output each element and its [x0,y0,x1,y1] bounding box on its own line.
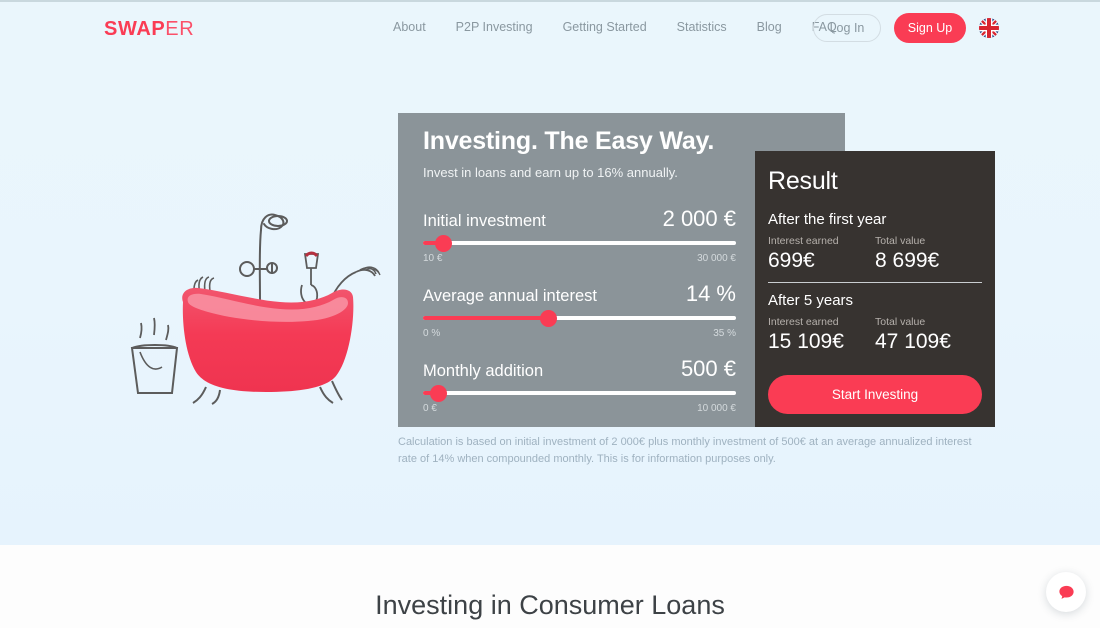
nav-link-blog[interactable]: Blog [742,19,797,35]
result-interest-label: Interest earned [768,316,839,328]
slider-average-annual-interest: Average annual interest 14 % 0 % 35 % [423,281,736,339]
slider-initial-investment: Initial investment 2 000 € 10 € 30 000 € [423,206,736,264]
site-navbar: SWAPER About P2P Investing Getting Start… [0,2,1100,52]
result-panel: Result After the first year Interest ear… [755,151,995,427]
result-interest-column: Interest earned 699€ [768,235,875,273]
slider-knob[interactable] [435,234,453,252]
slider-max-label: 30 000 € [697,253,736,264]
slider-label: Initial investment [423,212,546,230]
result-total-label: Total value [875,316,926,328]
slider-min-label: 0 % [423,328,441,339]
logo-light-part: ER [165,18,195,40]
slider-min-label: 10 € [423,253,443,264]
slider-value: 500 € [680,356,736,381]
result-interest-label: Interest earned [768,235,839,247]
result-total-value: 8 699€ [875,249,940,272]
calculator-title: Investing. The Easy Way. [423,127,715,155]
slider-max-label: 10 000 € [697,403,736,414]
slider-knob[interactable] [430,384,448,402]
page-root: SWAPER About P2P Investing Getting Start… [0,0,1100,628]
slider-range: 10 € 30 000 € [423,253,736,264]
slider-label: Monthly addition [423,362,544,380]
slider-monthly-addition: Monthly addition 500 € 0 € 10 000 € [423,356,736,414]
signup-button[interactable]: Sign Up [894,13,966,43]
chat-widget-button[interactable] [1046,572,1086,612]
result-interest-value: 699€ [768,249,815,272]
slider-track[interactable] [423,384,736,402]
result-columns: Interest earned 15 109€ Total value 47 1… [768,316,982,354]
result-title: Result [768,167,838,195]
result-total-column: Total value 8 699€ [875,235,982,273]
slider-range: 0 % 35 % [423,328,736,339]
calculator-subtitle: Invest in loans and earn up to 16% annua… [423,165,678,180]
slider-track[interactable] [423,309,736,327]
slider-min-label: 0 € [423,403,437,414]
nav-link-about[interactable]: About [378,19,441,35]
calculator-disclaimer: Calculation is based on initial investme… [398,436,972,465]
nav-link-statistics[interactable]: Statistics [662,19,742,35]
login-button[interactable]: Log In [813,14,881,42]
result-section-first-year: After the first year Interest earned 699… [768,211,982,273]
slider-label: Average annual interest [423,287,597,305]
chat-bubble-icon [1058,585,1074,599]
result-section-five-years: After 5 years Interest earned 15 109€ To… [768,292,982,354]
slider-max-label: 35 % [713,328,736,339]
slider-header: Monthly addition 500 € [423,356,736,384]
slider-value: 14 % [685,281,736,306]
uk-flag-icon[interactable] [979,18,999,38]
brand-logo[interactable]: SWAPER [104,18,194,41]
nav-link-p2p-investing[interactable]: P2P Investing [441,19,548,35]
slider-value: 2 000 € [662,206,736,231]
slider-header: Average annual interest 14 % [423,281,736,309]
result-interest-value: 15 109€ [768,330,844,353]
result-divider [768,282,982,283]
result-section-heading: After 5 years [768,292,854,309]
nav-link-getting-started[interactable]: Getting Started [548,19,662,35]
slider-fill [423,316,549,320]
result-total-label: Total value [875,235,926,247]
logo-bold-part: SWAP [104,18,166,40]
result-section-heading: After the first year [768,211,887,228]
slider-track[interactable] [423,234,736,252]
bottom-section-title: Investing in Consumer Loans [375,590,725,620]
bathtub-illustration [120,190,390,405]
slider-header: Initial investment 2 000 € [423,206,736,234]
result-columns: Interest earned 699€ Total value 8 699€ [768,235,982,273]
result-interest-column: Interest earned 15 109€ [768,316,875,354]
result-total-value: 47 109€ [875,330,951,353]
start-investing-button[interactable]: Start Investing [768,375,982,414]
result-total-column: Total value 47 109€ [875,316,982,354]
slider-range: 0 € 10 000 € [423,403,736,414]
nav-links: About P2P Investing Getting Started Stat… [378,19,852,35]
slider-knob[interactable] [539,309,557,327]
